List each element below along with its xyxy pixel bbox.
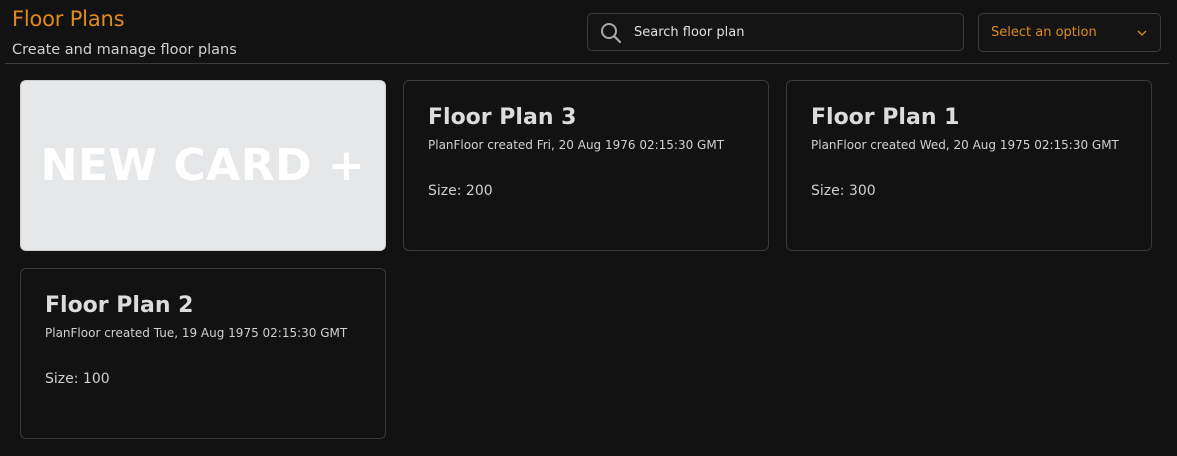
- card-size: Size: 300: [811, 183, 876, 199]
- option-select[interactable]: Select an option: [978, 13, 1161, 52]
- card-created-date: PlanFloor created Wed, 20 Aug 1975 02:15…: [811, 138, 1119, 152]
- new-card-button[interactable]: NEW CARD +: [20, 80, 386, 251]
- card-created-date: PlanFloor created Fri, 20 Aug 1976 02:15…: [428, 138, 725, 152]
- card-size: Size: 100: [45, 371, 110, 387]
- page-title: Floor Plans: [12, 7, 125, 31]
- floor-plan-card[interactable]: Floor Plan 3 PlanFloor created Fri, 20 A…: [403, 80, 769, 251]
- select-value: Select an option: [991, 25, 1097, 40]
- floor-plans-page: Floor Plans Create and manage floor plan…: [0, 0, 1177, 456]
- card-created-date: PlanFloor created Tue, 19 Aug 1975 02:15…: [45, 326, 348, 340]
- search-icon: [601, 23, 622, 44]
- new-card-label: NEW CARD +: [40, 140, 366, 191]
- card-title: Floor Plan 2: [45, 293, 194, 318]
- floor-plan-card[interactable]: Floor Plan 2 PlanFloor created Tue, 19 A…: [20, 268, 386, 439]
- page-subtitle: Create and manage floor plans: [12, 42, 237, 58]
- card-size: Size: 200: [428, 183, 493, 199]
- search-input[interactable]: [634, 14, 954, 50]
- header-divider: [5, 63, 1169, 64]
- chevron-down-icon: [1137, 30, 1147, 36]
- floor-plan-card[interactable]: Floor Plan 1 PlanFloor created Wed, 20 A…: [786, 80, 1152, 251]
- card-title: Floor Plan 1: [811, 105, 960, 130]
- search-box[interactable]: [587, 13, 964, 51]
- card-title: Floor Plan 3: [428, 105, 577, 130]
